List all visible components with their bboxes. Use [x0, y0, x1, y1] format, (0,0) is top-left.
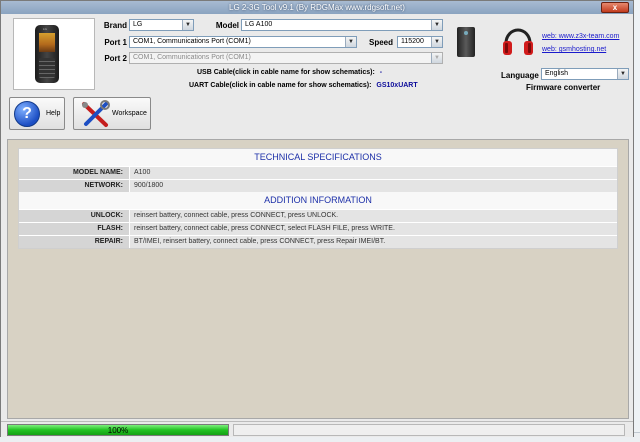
row-key: UNLOCK:: [19, 210, 129, 222]
port2-value: COM1, Communications Port (COM1): [133, 54, 251, 61]
computer-tower-icon: [457, 27, 475, 57]
model-label: Model: [215, 21, 239, 30]
progress-bar: 100%: [7, 424, 229, 436]
model-select[interactable]: LG A100 ▼: [241, 19, 443, 31]
phone-keypad: [39, 58, 55, 78]
help-button[interactable]: ? Help: [9, 97, 65, 130]
row-key: MODEL NAME:: [19, 167, 129, 179]
language-label: Language: [501, 71, 539, 80]
language-select[interactable]: English ▼: [541, 68, 629, 80]
help-label: Help: [46, 110, 61, 117]
status-message-cell: [233, 424, 625, 436]
status-bar: 100%: [1, 421, 633, 437]
row-value: 900/1800: [129, 180, 617, 192]
window-title: LG 2-3G Tool v9.1 (By RDGMax www.rdgsoft…: [229, 3, 405, 12]
workspace-label: Workspace: [112, 110, 147, 117]
usb-cable-link[interactable]: -: [380, 69, 382, 76]
title-bar: LG 2-3G Tool v9.1 (By RDGMax www.rdgsoft…: [1, 1, 633, 14]
uart-cable-link[interactable]: GS10xUART: [376, 82, 417, 89]
chevron-down-icon[interactable]: ▼: [617, 69, 628, 79]
row-key: NETWORK:: [19, 180, 129, 192]
phone-logo: LG: [43, 27, 48, 31]
row-key: FLASH:: [19, 223, 129, 235]
chevron-down-icon[interactable]: ▼: [345, 37, 356, 47]
gsmhosting-link[interactable]: web: gsmhosting.net: [542, 46, 606, 53]
table-row: REPAIR: BT/IMEI, reinsert battery, conne…: [19, 235, 617, 248]
workspace-button[interactable]: Workspace: [73, 97, 151, 130]
model-value: LG A100: [245, 21, 273, 28]
port1-value: COM1, Communications Port (COM1): [133, 38, 251, 45]
addition-information-header: ADDITION INFORMATION: [19, 192, 617, 209]
row-value: BT/IMEI, reinsert battery, connect cable…: [129, 236, 617, 248]
brand-label: Brand: [103, 21, 127, 30]
close-button[interactable]: x: [601, 2, 629, 13]
chevron-down-icon[interactable]: ▼: [182, 20, 193, 30]
uart-cable-line: UART Cable(click in cable name for show …: [189, 82, 418, 89]
language-value: English: [545, 70, 568, 77]
brand-select[interactable]: LG ▼: [129, 19, 194, 31]
port2-select[interactable]: COM1, Communications Port (COM1) ▼: [129, 52, 443, 64]
z3x-link[interactable]: web: www.z3x-team.com: [542, 33, 619, 40]
chevron-down-icon[interactable]: ▼: [431, 20, 442, 30]
port1-label: Port 1: [104, 38, 127, 47]
chevron-down-icon[interactable]: ▼: [431, 53, 442, 63]
table-row: MODEL NAME: A100: [19, 166, 617, 179]
table-row: NETWORK: 900/1800: [19, 179, 617, 192]
phone-image: LG: [13, 18, 95, 90]
usb-cable-label: USB Cable(click in cable name for show s…: [197, 69, 375, 76]
row-value: reinsert battery, connect cable, press C…: [129, 223, 617, 235]
table-row: FLASH: reinsert battery, connect cable, …: [19, 222, 617, 235]
table-row: UNLOCK: reinsert battery, connect cable,…: [19, 209, 617, 222]
info-panel: TECHNICAL SPECIFICATIONS MODEL NAME: A10…: [7, 139, 629, 419]
help-icon: ?: [14, 101, 40, 127]
speed-select[interactable]: 115200 ▼: [397, 36, 443, 48]
headphones-icon: [503, 28, 533, 55]
phone-screen: [39, 33, 55, 52]
firmware-converter-label[interactable]: Firmware converter: [526, 83, 600, 92]
specifications-table: TECHNICAL SPECIFICATIONS MODEL NAME: A10…: [18, 148, 618, 249]
tools-icon: [82, 100, 110, 127]
usb-cable-line: USB Cable(click in cable name for show s…: [197, 69, 382, 76]
port1-select[interactable]: COM1, Communications Port (COM1) ▼: [129, 36, 357, 48]
phone-icon: LG: [35, 25, 59, 83]
row-value: reinsert battery, connect cable, press C…: [129, 210, 617, 222]
app-window: LG 2-3G Tool v9.1 (By RDGMax www.rdgsoft…: [0, 0, 634, 437]
chevron-down-icon[interactable]: ▼: [431, 37, 442, 47]
technical-specifications-header: TECHNICAL SPECIFICATIONS: [19, 149, 617, 166]
speed-value: 115200: [401, 38, 424, 45]
row-value: A100: [129, 167, 617, 179]
brand-value: LG: [133, 21, 143, 28]
progress-text: 100%: [107, 426, 129, 435]
row-key: REPAIR:: [19, 236, 129, 248]
port2-label: Port 2: [104, 54, 127, 63]
speed-label: Speed: [368, 38, 393, 47]
uart-cable-label: UART Cable(click in cable name for show …: [189, 82, 372, 89]
